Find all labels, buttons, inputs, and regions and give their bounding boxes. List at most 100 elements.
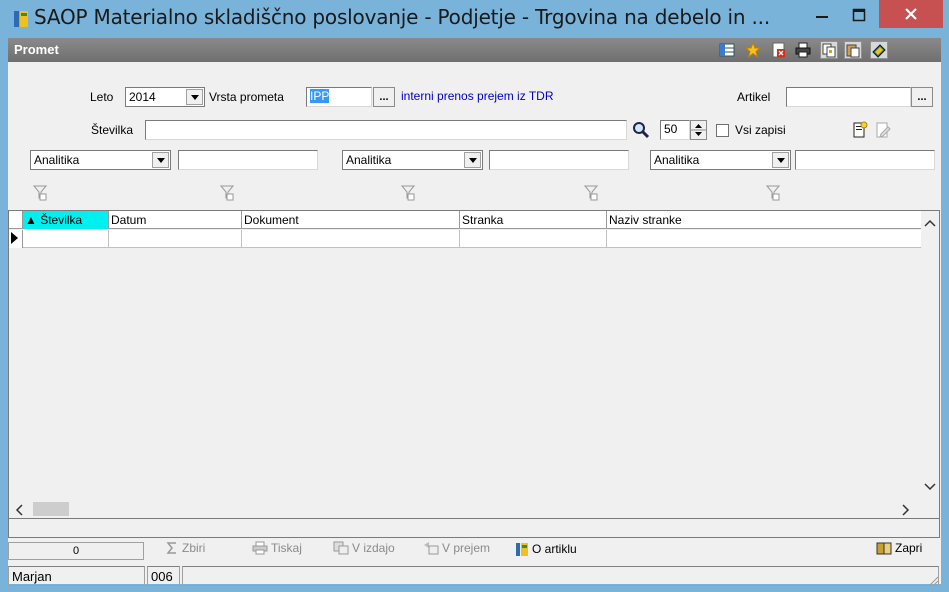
column-header-naziv-stranke[interactable]: Naziv stranke <box>607 211 921 229</box>
sum-icon <box>166 542 176 554</box>
v-izdajo-label: V izdajo <box>352 541 395 555</box>
spinner-arrows-icon <box>691 124 706 136</box>
v-prejem-label: V prejem <box>442 541 491 555</box>
paste-icon[interactable] <box>844 41 862 59</box>
chevron-down-icon[interactable] <box>772 152 789 168</box>
panel-header: Promet <box>8 38 941 62</box>
leto-value: 2014 <box>129 90 156 104</box>
scroll-right-icon[interactable] <box>902 504 910 516</box>
zbiri-label: Zbiri <box>182 541 206 555</box>
stevilka-label: Številka <box>91 123 134 137</box>
analitika-select-3[interactable]: Analitika <box>650 150 791 170</box>
scroll-down-icon[interactable] <box>924 483 936 491</box>
zbiri-button[interactable]: Zbiri <box>165 541 205 555</box>
column-filter-icon[interactable] <box>32 185 48 204</box>
status-user: Marjan <box>8 566 145 586</box>
table-row[interactable] <box>9 230 921 248</box>
app-window: SAOP Materialno skladiščno poslovanje - … <box>0 0 949 592</box>
title-bar[interactable]: SAOP Materialno skladiščno poslovanje - … <box>0 0 949 38</box>
close-button[interactable] <box>879 0 943 28</box>
edit-document-icon[interactable] <box>875 121 891 142</box>
vertical-scrollbar[interactable] <box>921 211 939 537</box>
v-izdajo-button[interactable]: V izdajo <box>333 541 395 555</box>
vrsta-prometa-label: Vrsta prometa <box>209 90 284 104</box>
table-cell[interactable] <box>607 230 921 248</box>
favorite-star-icon[interactable] <box>744 41 762 59</box>
vsi-zapisi-checkbox[interactable] <box>716 124 729 137</box>
delete-document-icon[interactable] <box>770 41 788 59</box>
minimize-icon <box>816 16 828 18</box>
column-filter-icon[interactable] <box>219 185 235 204</box>
o-artiklu-button[interactable]: O artiklu <box>515 541 577 557</box>
panel-title: Promet <box>14 42 59 57</box>
app-icon <box>14 11 28 27</box>
analitika-value-2: Analitika <box>346 153 392 167</box>
scroll-up-icon[interactable] <box>924 219 936 227</box>
table-cell[interactable] <box>23 230 109 248</box>
analitika-value-3: Analitika <box>654 153 700 167</box>
tiskaj-label: Tiskaj <box>271 541 302 555</box>
limit-spinner[interactable] <box>690 120 707 140</box>
maximize-button[interactable] <box>842 0 876 30</box>
status-code: 006 <box>147 566 180 586</box>
table-cell[interactable] <box>109 230 242 248</box>
chevron-down-icon[interactable] <box>464 152 481 168</box>
app-info-icon <box>516 543 528 556</box>
stevilka-input[interactable] <box>145 120 627 140</box>
artikel-input[interactable] <box>786 87 911 107</box>
analitika-value-1: Analitika <box>34 153 80 167</box>
column-filter-icon[interactable] <box>765 185 781 204</box>
minimize-button[interactable] <box>804 0 840 30</box>
grid-header: ▲ Številka Datum Dokument Stranka Naziv … <box>9 211 921 229</box>
close-icon <box>905 8 917 20</box>
columns-icon[interactable] <box>718 41 736 59</box>
vrsta-prometa-input[interactable]: IPP <box>306 87 372 107</box>
column-header-stranka[interactable]: Stranka <box>460 211 607 229</box>
artikel-label: Artikel <box>737 90 771 104</box>
leto-select[interactable]: 2014 <box>125 87 205 107</box>
column-filter-icon[interactable] <box>583 185 599 204</box>
limit-input[interactable]: 50 <box>660 120 690 140</box>
analitika-select-1[interactable]: Analitika <box>30 150 171 170</box>
copy-icon[interactable] <box>820 41 838 59</box>
tiskaj-button[interactable]: Tiskaj <box>252 541 302 555</box>
move-to-issue-icon <box>333 541 349 555</box>
export-book-icon[interactable] <box>870 41 888 59</box>
table-cell[interactable] <box>242 230 460 248</box>
zapri-button[interactable]: Zapri <box>876 541 922 555</box>
scroll-left-icon[interactable] <box>15 504 23 516</box>
maximize-icon <box>852 8 866 22</box>
artikel-browse-button[interactable]: ... <box>911 87 933 107</box>
move-to-receipt-icon <box>424 542 439 555</box>
analitika-input-3[interactable] <box>795 150 935 170</box>
vrsta-prometa-description: interni prenos prejem iz TDR <box>401 89 554 103</box>
record-count: 0 <box>8 542 144 560</box>
analitika-input-1[interactable] <box>178 150 318 170</box>
column-filter-icon[interactable] <box>400 185 416 204</box>
v-prejem-button[interactable]: V prejem <box>423 541 490 555</box>
analitika-input-2[interactable] <box>489 150 629 170</box>
column-header-dokument[interactable]: Dokument <box>242 211 460 229</box>
chevron-down-icon[interactable] <box>152 152 169 168</box>
search-icon[interactable] <box>632 121 650 142</box>
vrsta-prometa-browse-button[interactable]: ... <box>373 87 395 107</box>
analitika-select-2[interactable]: Analitika <box>342 150 483 170</box>
chevron-down-icon[interactable] <box>186 89 203 105</box>
printer-icon[interactable] <box>794 41 812 59</box>
window-title: SAOP Materialno skladiščno poslovanje - … <box>34 5 770 29</box>
close-door-icon <box>876 542 892 555</box>
printer-icon <box>252 541 268 555</box>
new-document-icon[interactable] <box>852 121 868 142</box>
column-header-datum[interactable]: Datum <box>109 211 242 229</box>
o-artiklu-label: O artiklu <box>532 542 577 556</box>
resize-grip-icon[interactable] <box>927 574 939 586</box>
current-row-indicator <box>9 230 23 248</box>
row-pointer-icon <box>11 232 18 244</box>
status-extra <box>182 566 939 586</box>
scroll-thumb[interactable] <box>33 502 69 516</box>
data-grid[interactable]: ▲ Številka Datum Dokument Stranka Naziv … <box>8 210 940 538</box>
horizontal-scrollbar[interactable] <box>8 499 940 519</box>
column-header-stevilka[interactable]: ▲ Številka <box>23 211 109 229</box>
row-indicator-header <box>9 211 23 229</box>
table-cell[interactable] <box>460 230 607 248</box>
